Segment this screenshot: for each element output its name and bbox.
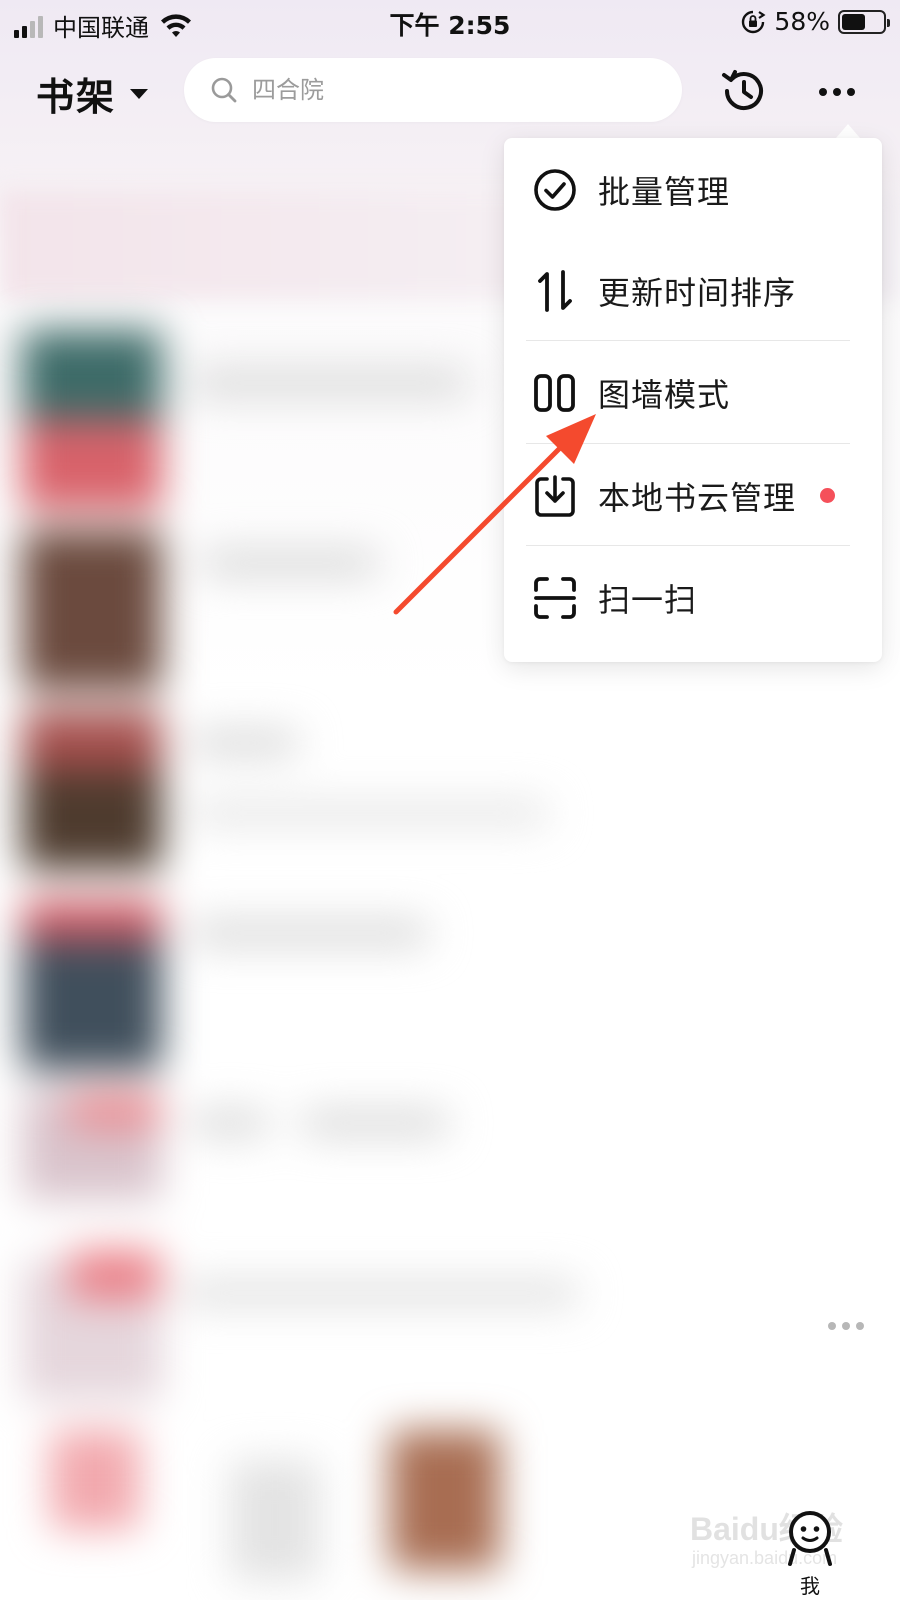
search-icon — [211, 77, 237, 103]
menu-item-grid-wall[interactable]: 图墙模式 — [504, 341, 882, 444]
sort-arrows-icon — [538, 269, 572, 312]
book-cover — [22, 900, 162, 940]
menu-item-label: 批量管理 — [598, 172, 731, 211]
book-cover — [70, 1090, 160, 1130]
tab-me[interactable]: 我 — [782, 1508, 838, 1598]
avatar-face-icon — [788, 1511, 832, 1566]
menu-item-label: 本地书云管理 — [598, 478, 797, 517]
menu-item-label: 扫一扫 — [598, 580, 698, 619]
caret-down-icon — [130, 88, 149, 99]
menu-item-local-cloud-manage[interactable]: 本地书云管理 — [504, 444, 882, 547]
new-badge-dot — [820, 488, 835, 503]
battery-icon — [838, 9, 890, 34]
tab-me-label: 我 — [800, 1574, 820, 1598]
book-title-placeholder — [190, 920, 430, 946]
search-bar[interactable] — [184, 58, 682, 122]
book-title-placeholder — [180, 1280, 580, 1306]
book-subtitle-placeholder — [190, 800, 550, 826]
menu-item-label: 更新时间排序 — [598, 273, 797, 312]
check-circle-icon — [534, 168, 576, 211]
bookshelf-title-dropdown[interactable]: 书架 — [36, 66, 149, 121]
book-cover — [22, 710, 162, 770]
book-cover — [390, 1430, 500, 1570]
search-input[interactable] — [252, 76, 632, 104]
book-cover — [50, 1430, 140, 1530]
page-title: 书架 — [36, 75, 117, 119]
book-cover — [230, 1460, 320, 1580]
menu-item-batch-manage[interactable]: 批量管理 — [504, 138, 882, 241]
scan-icon — [534, 576, 576, 619]
menu-pointer — [836, 124, 860, 138]
menu-item-scan[interactable]: 扫一扫 — [504, 546, 882, 649]
book-cover — [70, 1250, 160, 1300]
book-title-placeholder — [190, 730, 300, 756]
menu-item-label: 图墙模式 — [598, 375, 731, 414]
more-dots-icon[interactable] — [812, 72, 862, 112]
row-more-dots-icon[interactable] — [828, 1322, 864, 1330]
book-cover — [22, 420, 162, 510]
book-cover — [22, 530, 162, 690]
battery-percent: 58% — [774, 7, 830, 36]
status-bar: 中国联通 下午 2:55 58% — [0, 0, 900, 46]
orientation-lock-icon — [742, 10, 766, 33]
cloud-import-icon — [535, 474, 575, 517]
menu-item-sort-by-update[interactable]: 更新时间排序 — [504, 239, 882, 342]
more-options-menu: 批量管理 更新时间排序 图墙模式 本地书云管理 扫一扫 — [504, 138, 882, 662]
book-title-placeholder — [200, 550, 380, 576]
status-right: 58% — [740, 7, 890, 36]
battery-fill — [842, 13, 866, 30]
book-title-placeholder — [190, 370, 470, 396]
bookshelf-screen: 中国联通 下午 2:55 58% 书架 四合院 批量管理 更新时间排序 图墙模式… — [0, 0, 900, 1600]
book-title-placeholder — [190, 1110, 270, 1136]
book-title-placeholder — [300, 1110, 450, 1136]
battery-cap — [887, 18, 890, 27]
grid-wall-icon — [534, 373, 575, 412]
top-header: 书架 — [0, 52, 900, 132]
history-clock-icon[interactable] — [718, 66, 768, 116]
